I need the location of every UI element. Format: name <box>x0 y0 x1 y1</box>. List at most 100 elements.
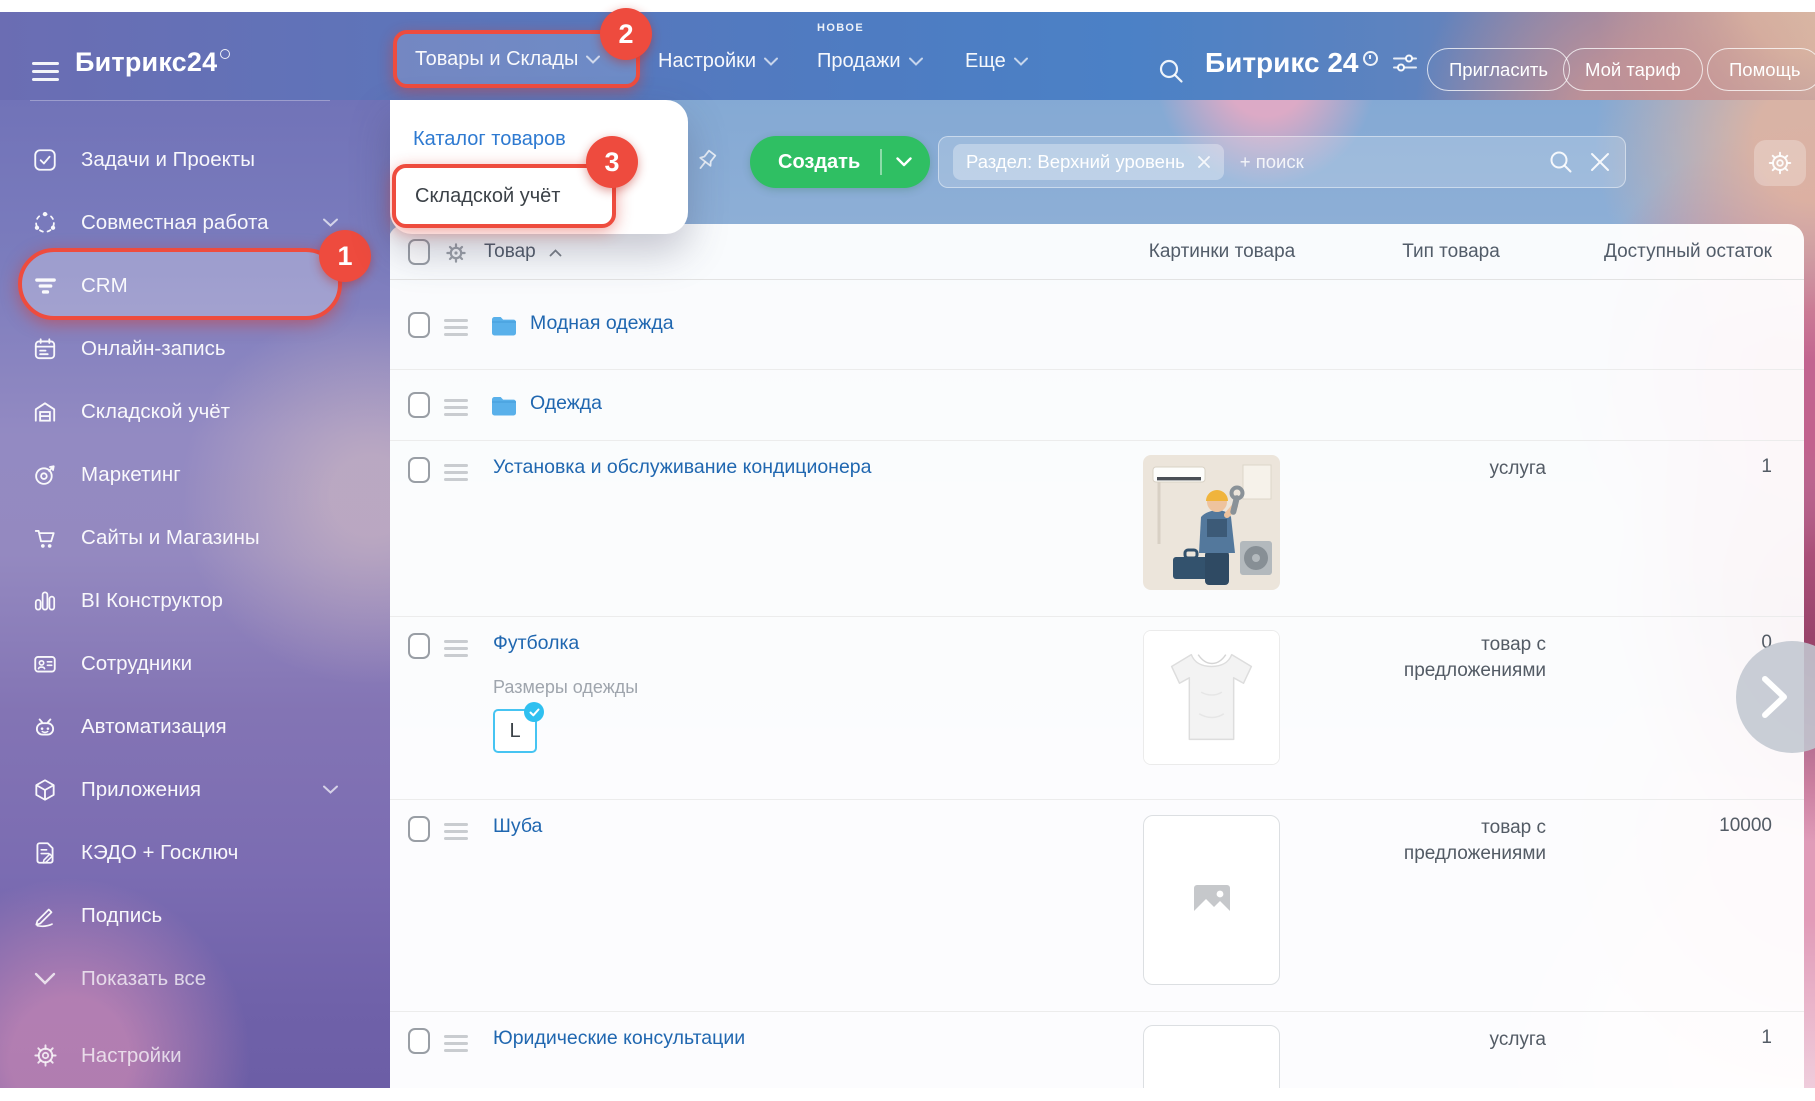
sidebar-item-signature[interactable]: Подпись <box>0 884 390 947</box>
table-row-product[interactable]: Футболка Размеры одежды L товар с предло… <box>388 617 1804 800</box>
menu-item-catalog[interactable]: Каталог товаров <box>413 128 566 151</box>
collaboration-icon <box>30 210 60 236</box>
columns-gear-icon[interactable] <box>444 241 468 265</box>
column-header-product[interactable]: Товар <box>484 241 562 263</box>
brand-logo: Битрикс 24 <box>1205 47 1418 79</box>
nav-more[interactable]: Еще <box>965 50 1028 73</box>
search-icon[interactable] <box>1547 148 1575 176</box>
column-header-images[interactable]: Картинки товара <box>1072 241 1372 263</box>
hamburger-menu-icon[interactable] <box>32 62 59 81</box>
sidebar-item-bi-builder[interactable]: BI Конструктор <box>0 569 390 632</box>
tasks-icon <box>30 147 60 173</box>
sidebar-item-tasks[interactable]: Задачи и Проекты <box>0 128 390 191</box>
product-image-tshirt[interactable] <box>1143 630 1280 765</box>
pin-icon[interactable] <box>692 148 720 178</box>
sidebar-item-kedo[interactable]: КЭДО + Госключ <box>0 821 390 884</box>
products-table-panel: Товар Картинки товара Тип товара Доступн… <box>388 224 1804 1088</box>
robot-icon <box>30 714 60 740</box>
search-icon[interactable] <box>1156 56 1186 86</box>
step-badge-1: 1 <box>319 230 371 282</box>
folder-link[interactable]: Одежда <box>530 392 602 415</box>
product-link[interactable]: Шуба <box>493 815 542 838</box>
bi-chart-icon <box>30 588 60 614</box>
product-type: услуга <box>1356 1027 1546 1053</box>
drag-handle[interactable] <box>444 464 468 485</box>
create-dropdown-arrow[interactable] <box>882 157 930 167</box>
select-all-checkbox[interactable] <box>408 239 430 265</box>
sidebar-item-settings[interactable]: Настройки <box>0 1024 390 1087</box>
sidebar-item-sites-shops[interactable]: Сайты и Магазины <box>0 506 390 569</box>
drag-handle[interactable] <box>444 399 468 420</box>
no-image-placeholder <box>1143 815 1280 985</box>
app-logo-text: Битрикс24 <box>75 47 217 77</box>
size-option-chip[interactable]: L <box>493 709 537 753</box>
chevron-down-icon <box>30 972 60 986</box>
sliders-icon[interactable] <box>1392 52 1418 74</box>
nav-more-label: Еще <box>965 50 1006 73</box>
row-checkbox[interactable] <box>408 1028 430 1054</box>
sidebar-item-automation[interactable]: Автоматизация <box>0 695 390 758</box>
bitrix24-catalog-page: Битрикс24 Товары и Склады 2 Настройки НО… <box>0 0 1815 1101</box>
column-header-type[interactable]: Тип товара <box>1356 241 1546 263</box>
filter-chip-label: Раздел: Верхний уровень <box>966 151 1185 173</box>
product-stock: 1 <box>1556 1027 1772 1049</box>
search-placeholder[interactable]: + поиск <box>1240 151 1547 173</box>
top-header-bar: Битрикс24 Товары и Склады 2 Настройки НО… <box>0 12 1815 100</box>
table-row-product[interactable]: Юридические консультации услуга 1 <box>388 1012 1804 1088</box>
crm-funnel-icon <box>30 273 60 299</box>
no-image-placeholder <box>1143 1025 1280 1088</box>
row-checkbox[interactable] <box>408 457 430 483</box>
sidebar-item-apps[interactable]: Приложения <box>0 758 390 821</box>
row-checkbox[interactable] <box>408 392 430 418</box>
nav-settings[interactable]: Настройки <box>658 50 778 73</box>
attribute-label: Размеры одежды <box>493 677 638 698</box>
product-link[interactable]: Юридические консультации <box>493 1027 745 1050</box>
app-logo[interactable]: Битрикс24 <box>75 47 230 78</box>
filter-search-bar[interactable]: Раздел: Верхний уровень + поиск <box>938 136 1626 188</box>
row-checkbox[interactable] <box>408 816 430 842</box>
drag-handle[interactable] <box>444 319 468 340</box>
grid-settings-button[interactable] <box>1754 140 1806 186</box>
gear-icon <box>1766 149 1794 177</box>
sidebar-item-show-all[interactable]: Показать все <box>0 947 390 1010</box>
product-link[interactable]: Футболка <box>493 632 579 655</box>
product-image-ac-service[interactable] <box>1143 455 1280 590</box>
invite-button[interactable]: Пригласить <box>1427 48 1570 91</box>
row-checkbox[interactable] <box>408 633 430 659</box>
drag-handle[interactable] <box>444 1035 468 1056</box>
sidebar-item-employees[interactable]: Сотрудники <box>0 632 390 695</box>
filter-chip-section[interactable]: Раздел: Верхний уровень <box>953 144 1224 180</box>
clear-search-icon[interactable] <box>1589 151 1611 173</box>
nav-sales-label: Продажи <box>817 50 901 73</box>
table-row-folder[interactable]: Модная одежда <box>388 280 1804 370</box>
sidebar-item-warehouse[interactable]: Складской учёт <box>0 380 390 443</box>
chevron-down-icon <box>323 785 338 794</box>
folder-icon <box>490 314 518 338</box>
chevron-down-icon <box>909 57 923 66</box>
chevron-right-icon <box>1762 675 1788 719</box>
folder-link[interactable]: Модная одежда <box>530 312 674 335</box>
remove-filter-icon[interactable] <box>1197 155 1211 169</box>
column-header-stock[interactable]: Доступный остаток <box>1556 241 1772 263</box>
step-badge-3: 3 <box>586 136 638 188</box>
help-button[interactable]: Помощь <box>1707 48 1815 91</box>
product-link[interactable]: Установка и обслуживание кондиционера <box>493 456 871 479</box>
table-row-product[interactable]: Шуба товар с предложениями 10000 <box>388 800 1804 1012</box>
size-value: L <box>509 720 520 743</box>
row-checkbox[interactable] <box>408 312 430 338</box>
menu-item-stock-label: Складской учёт <box>415 185 560 208</box>
sidebar-item-marketing[interactable]: Маркетинг <box>0 443 390 506</box>
shopping-cart-icon <box>30 525 60 551</box>
clock-icon <box>1363 51 1378 66</box>
table-row-folder[interactable]: Одежда <box>388 370 1804 441</box>
menu-item-stock-accounting[interactable]: Складской учёт <box>392 164 616 228</box>
create-button[interactable]: Создать <box>750 136 930 188</box>
table-row-product[interactable]: Установка и обслуживание кондиционера <box>388 441 1804 617</box>
my-tariff-button[interactable]: Мой тариф <box>1563 48 1703 91</box>
nav-sales[interactable]: Продажи <box>817 50 923 73</box>
drag-handle[interactable] <box>444 640 468 661</box>
product-stock: 1 <box>1556 456 1772 478</box>
sidebar-item-online-booking[interactable]: Онлайн-запись <box>0 317 390 380</box>
product-type: товар с предложениями <box>1356 815 1546 866</box>
drag-handle[interactable] <box>444 823 468 844</box>
